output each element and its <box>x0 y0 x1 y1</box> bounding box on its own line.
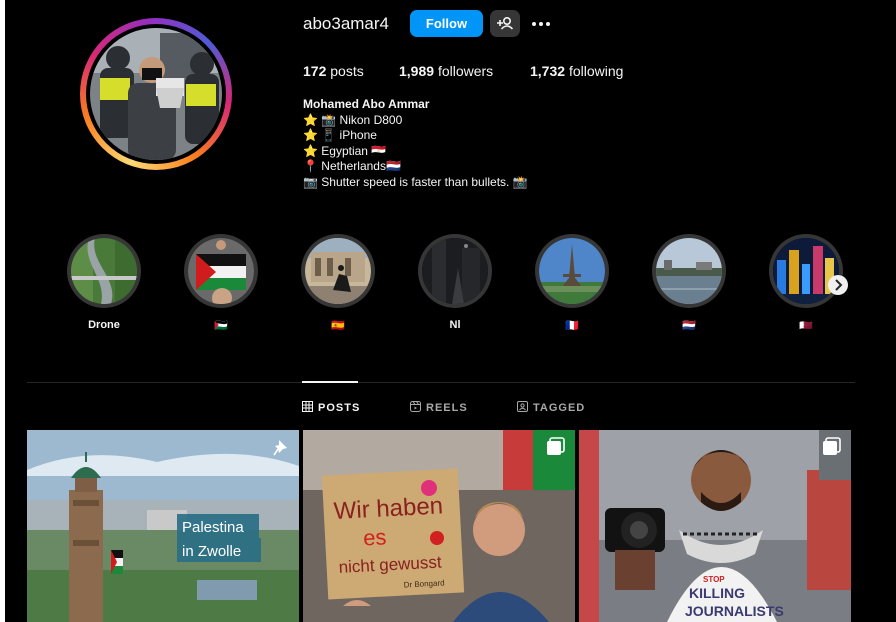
following-count[interactable]: 1,732 <box>530 63 565 79</box>
tab-reels[interactable]: REELS <box>410 401 468 415</box>
followers-stat[interactable]: 1,989 followers <box>399 63 493 79</box>
highlight-label: Drone <box>88 319 120 331</box>
add-user-icon <box>490 17 520 40</box>
avatar[interactable] <box>86 24 226 164</box>
username: abo3amar4 <box>303 14 390 33</box>
sign-text: es <box>363 524 388 550</box>
highlight-label: 🇶🇦 <box>799 320 813 332</box>
highlight-ring <box>184 234 258 308</box>
post-overlay-text: in Zwolle <box>182 543 241 560</box>
bio-line: ⭐ 📱 iPhone <box>303 128 377 143</box>
suggested-users-button[interactable] <box>490 10 520 37</box>
followers-count[interactable]: 1,989 <box>399 63 434 79</box>
highlight-netherlands[interactable]: 🇳🇱 <box>649 234 729 333</box>
post-tile[interactable]: Palestina in Zwolle <box>27 430 299 622</box>
highlight-cover <box>188 238 254 304</box>
tab-label: POSTS <box>318 402 361 414</box>
highlight-cover <box>71 238 137 304</box>
highlight-label: 🇵🇸 <box>214 320 228 332</box>
post-overlay-text: Palestina <box>182 519 244 536</box>
highlight-label: 🇪🇸 <box>331 320 345 332</box>
profile-bio: Mohamed Abo Ammar ⭐ 📸 Nikon D800 ⭐ 📱 iPh… <box>303 97 528 191</box>
shirt-text: KILLING <box>689 585 745 601</box>
tab-label: TAGGED <box>533 402 586 414</box>
highlight-france[interactable]: 🇫🇷 <box>532 234 612 333</box>
full-name: Mohamed Abo Ammar <box>303 97 430 111</box>
active-tab-indicator <box>302 381 358 383</box>
shirt-text: STOP <box>703 575 725 584</box>
shirt-text: JOURNALISTS <box>685 603 784 619</box>
highlight-cover <box>305 238 371 304</box>
post-image: STOP KILLING JOURNALISTS <box>579 430 851 622</box>
highlight-label: Nl <box>449 319 461 331</box>
highlight-palestine[interactable]: 🇵🇸 <box>181 234 261 333</box>
following-label[interactable]: following <box>569 63 623 79</box>
highlight-ring <box>301 234 375 308</box>
posts-stat: 172 posts <box>303 63 364 79</box>
bio-line: ⭐ 📸 Nikon D800 <box>303 112 403 127</box>
post-image: Wir haben es nicht gewusst Dr Bongard <box>303 430 575 622</box>
highlight-cover <box>656 238 722 304</box>
post-image: Palestina in Zwolle <box>27 430 299 622</box>
highlight-label: 🇳🇱 <box>682 320 696 332</box>
bio-line: 📷 Shutter speed is faster than bullets. … <box>303 174 528 189</box>
follow-button[interactable]: Follow <box>410 10 483 37</box>
highlight-label: 🇫🇷 <box>565 320 579 332</box>
posts-label: posts <box>330 63 364 79</box>
posts-count: 172 <box>303 63 327 79</box>
tagged-icon <box>517 401 528 415</box>
highlight-cover <box>422 238 488 304</box>
avatar-photo <box>90 28 222 160</box>
chevron-right-icon <box>828 279 848 298</box>
highlight-ring <box>67 234 141 308</box>
tab-tagged[interactable]: TAGGED <box>517 401 585 415</box>
profile-page: abo3amar4 Follow 172 posts 1,989 followe… <box>5 0 896 622</box>
highlight-nl[interactable]: Nl <box>415 234 495 333</box>
bio-line: 📍 Netherlands🇳🇱 <box>303 159 401 174</box>
sign-text: Wir haben <box>333 492 444 525</box>
post-tile[interactable]: STOP KILLING JOURNALISTS <box>579 430 851 622</box>
highlight-ring <box>535 234 609 308</box>
highlights-next-button[interactable] <box>828 275 848 295</box>
highlight-drone[interactable]: Drone <box>64 234 144 333</box>
tabs-divider <box>27 382 855 383</box>
bio-line: ⭐ Egyptian 🇪🇬 <box>303 143 387 158</box>
post-tile[interactable]: Wir haben es nicht gewusst Dr Bongard <box>303 430 575 622</box>
highlight-spain[interactable]: 🇪🇸 <box>298 234 378 333</box>
highlight-ring <box>418 234 492 308</box>
tab-posts[interactable]: POSTS <box>302 401 360 415</box>
highlight-cover <box>539 238 605 304</box>
more-icon <box>528 22 554 39</box>
more-options-button[interactable] <box>528 12 554 36</box>
profile-avatar-ring[interactable] <box>80 18 232 170</box>
highlight-ring <box>652 234 726 308</box>
tab-label: REELS <box>426 402 468 414</box>
following-stat[interactable]: 1,732 following <box>530 63 623 79</box>
reels-icon <box>410 401 421 415</box>
followers-label[interactable]: followers <box>438 63 493 79</box>
grid-icon <box>302 401 313 415</box>
